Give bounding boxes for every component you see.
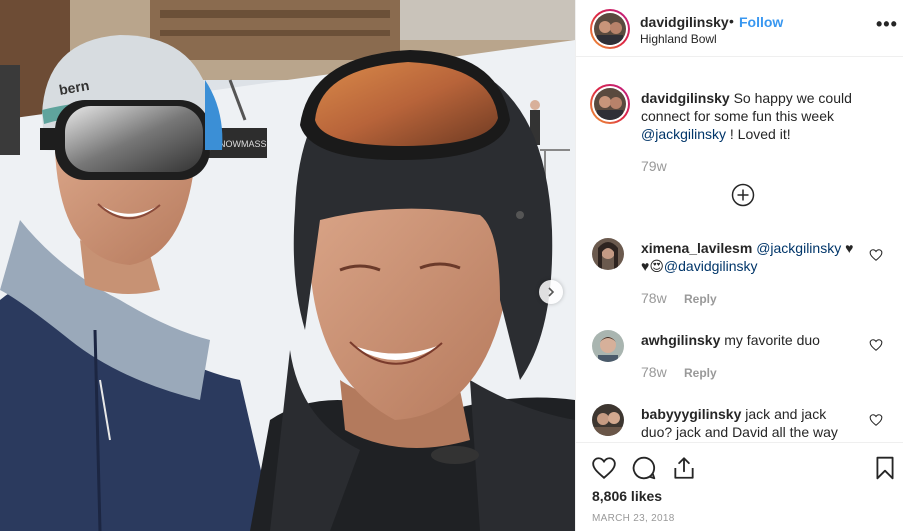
photo-illustration: SNOWMASS bern [0,0,575,531]
comment-time[interactable]: 78w [641,364,667,380]
comments-list[interactable]: davidgilinsky So happy we could connect … [576,58,903,442]
share-icon[interactable] [671,455,697,481]
chevron-right-icon [548,287,555,297]
comment-icon[interactable] [631,455,657,481]
heart-icon[interactable] [869,338,883,352]
comment-mention[interactable]: @jackgilinsky [756,240,841,256]
like-count[interactable]: 8,806 likes [592,488,662,504]
comment-username[interactable]: ximena_lavilesm [641,240,752,256]
location-link[interactable]: Highland Bowl [640,32,717,46]
avatar-image [594,13,626,45]
commenter-avatar[interactable] [592,404,624,436]
comment-time[interactable]: 78w [641,290,667,306]
commenter-avatar[interactable] [592,330,624,362]
avatar-image [592,404,624,436]
author-username[interactable]: davidgilinsky [640,14,729,30]
more-icon[interactable]: ••• [876,14,898,35]
author-avatar[interactable] [590,9,630,49]
avatar-image [592,238,624,270]
plus-circle-icon[interactable] [731,183,755,207]
reply-button[interactable]: Reply [684,292,717,306]
comment-text: babyyygilinsky jack and jack duo? jack a… [641,405,861,441]
post-actions: 8,806 likes MARCH 23, 2018 [576,442,903,531]
caption-mention[interactable]: @jackgilinsky [641,126,726,142]
caption-time[interactable]: 79w [641,158,667,174]
caption-body-2: ! Loved it! [729,126,791,142]
post-date[interactable]: MARCH 23, 2018 [592,513,675,524]
heart-icon[interactable] [869,413,883,427]
bookmark-icon[interactable] [872,455,898,481]
header-separator: • [729,13,734,29]
post-photo[interactable]: SNOWMASS bern [0,0,575,531]
comment-body: my favorite duo [724,332,820,348]
caption-text: davidgilinsky So happy we could connect … [641,89,881,143]
reply-button[interactable]: Reply [684,366,717,380]
comment-username[interactable]: babyyygilinsky [641,406,741,422]
comment-text: awhgilinsky my favorite duo [641,331,861,349]
heart-icon[interactable] [869,248,883,262]
caption-avatar[interactable] [590,84,630,124]
follow-button[interactable]: Follow [739,14,783,30]
next-photo-button[interactable] [539,280,563,304]
avatar-image [594,88,626,120]
heart-icon[interactable] [591,455,617,481]
comment-mention[interactable]: @davidgilinsky [664,258,758,274]
commenter-avatar[interactable] [592,238,624,270]
post-side-panel: davidgilinsky • Follow Highland Bowl •••… [575,0,903,531]
comment-text: ximena_lavilesm @jackgilinsky ♥ ♥😍@david… [641,239,861,275]
caption-username[interactable]: davidgilinsky [641,90,730,106]
avatar-image [592,330,624,362]
post-header: davidgilinsky • Follow Highland Bowl ••• [576,0,903,57]
comment-username[interactable]: awhgilinsky [641,332,720,348]
